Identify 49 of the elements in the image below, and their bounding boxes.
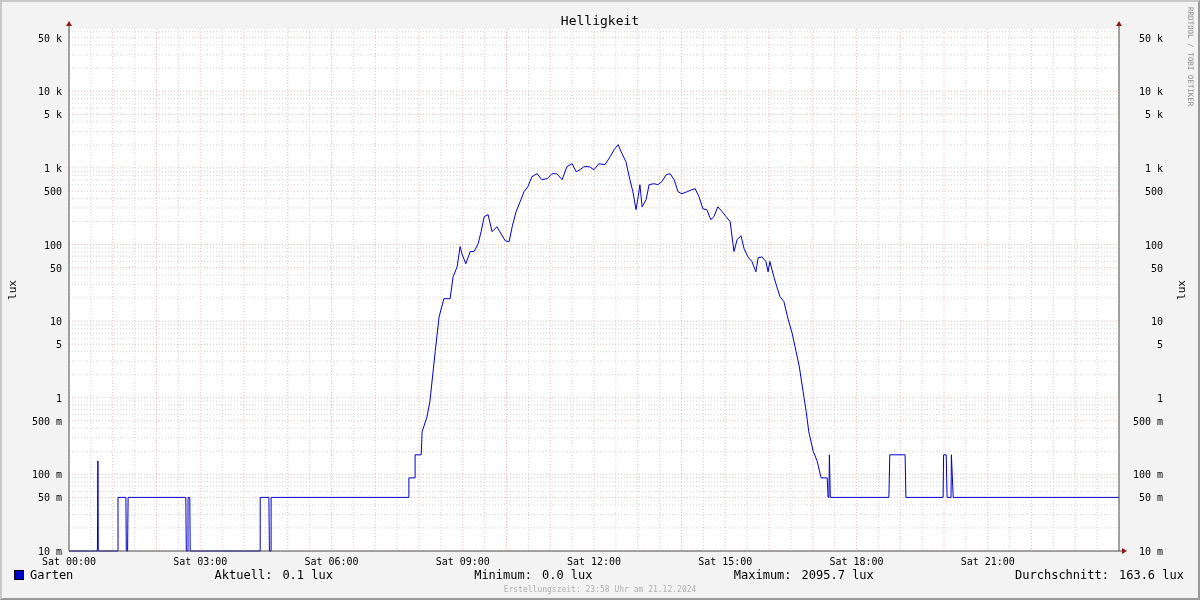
- x-tick-label: Sat 15:00: [698, 556, 753, 566]
- y-tick-label: 10 m: [1138, 546, 1163, 557]
- x-tick-label: Sat 06:00: [304, 556, 359, 566]
- y-tick-label: 500 m: [31, 415, 62, 427]
- x-tick-label: Sat 03:00: [173, 556, 228, 566]
- y-tick-label: 10: [1150, 316, 1163, 328]
- y-tick-label: 1 k: [43, 162, 62, 174]
- y-tick-label: 50 k: [1138, 32, 1163, 44]
- y-tick-label: 50: [49, 262, 62, 274]
- x-tick-label: Sat 21:00: [960, 556, 1015, 566]
- y-tick-label: 100: [43, 239, 62, 251]
- x-tick-label: Sat 18:00: [829, 556, 884, 566]
- x-tick-label: Sat 12:00: [566, 556, 622, 566]
- y-tick-label: 500: [1144, 185, 1163, 197]
- chart-title: Helligkeit: [560, 13, 640, 28]
- stat-value: 0.1 lux: [282, 567, 333, 584]
- stat-value: 0.0 lux: [541, 567, 593, 584]
- y-tick-label: 50 k: [37, 32, 62, 44]
- stat-label: Durchschnitt:: [1015, 567, 1109, 584]
- y-tick-label: 5 k: [43, 109, 62, 121]
- legend-label: Garten: [30, 567, 74, 584]
- stat-label: Minimum:: [474, 567, 532, 584]
- y-tick-label: 10 m: [37, 546, 62, 557]
- y-tick-label: 1: [1156, 392, 1163, 404]
- stat-label: Aktuell:: [214, 567, 273, 584]
- y-tick-label: 500: [43, 185, 62, 197]
- y-tick-label: 100: [1144, 239, 1163, 251]
- x-tick-label: Sat 09:00: [435, 556, 490, 566]
- stat-value: 163.6 lux: [1118, 567, 1184, 584]
- y-tick-label: 5 k: [1144, 109, 1163, 121]
- x-tick-label: Sat 00:00: [41, 556, 97, 566]
- y-tick-label: 100 m: [31, 469, 62, 481]
- stat-label: Maximum:: [733, 567, 792, 584]
- y-axis-label: lux: [1175, 280, 1188, 300]
- y-tick-label: 50: [1150, 262, 1163, 274]
- y-tick-label: 50 m: [1138, 492, 1163, 504]
- y-axis-label: lux: [6, 280, 19, 300]
- creation-time-text: Erstellungszeit: 23:58 Uhr am 21.12.2024: [503, 584, 697, 596]
- y-tick-label: 500 m: [1132, 415, 1163, 427]
- y-tick-label: 1: [55, 392, 62, 404]
- y-tick-label: 10: [49, 316, 62, 328]
- y-tick-label: 100 m: [1132, 469, 1163, 481]
- y-tick-label: 10 k: [37, 86, 62, 98]
- y-tick-label: 50 m: [37, 492, 62, 504]
- y-tick-label: 10 k: [1138, 86, 1163, 98]
- stat-value: 2095.7 lux: [801, 567, 874, 584]
- y-tick-label: 5: [55, 339, 62, 351]
- y-tick-label: 5: [1156, 339, 1163, 351]
- y-tick-label: 1 k: [1144, 162, 1163, 174]
